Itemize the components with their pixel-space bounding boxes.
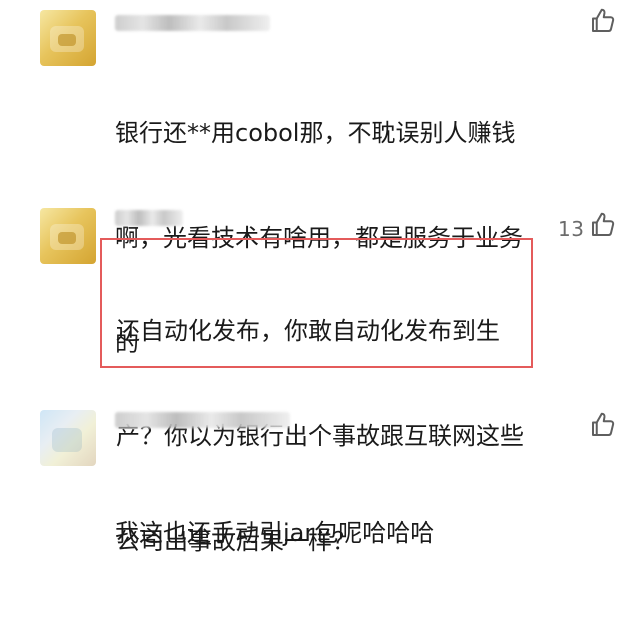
avatar[interactable]	[40, 10, 96, 66]
thumbs-up-icon[interactable]	[588, 6, 618, 36]
comment-line: 银行还**用cobol那，不耽误别人赚钱	[115, 119, 516, 147]
avatar[interactable]	[40, 208, 96, 264]
like-count: 13	[558, 217, 585, 241]
username-redacted[interactable]	[115, 412, 290, 428]
avatar[interactable]	[40, 410, 96, 466]
username-redacted[interactable]	[115, 15, 270, 31]
comment-line: 我这也还手动引jar包呢哈哈哈	[115, 519, 435, 547]
thumbs-up-icon[interactable]	[588, 410, 618, 440]
comment-line: 还自动化发布，你敢自动化发布到生	[116, 317, 500, 345]
comment-text: 我这也还手动引jar包呢哈哈哈	[115, 446, 545, 621]
username-redacted[interactable]	[115, 210, 183, 226]
thumbs-up-icon[interactable]	[588, 210, 618, 240]
